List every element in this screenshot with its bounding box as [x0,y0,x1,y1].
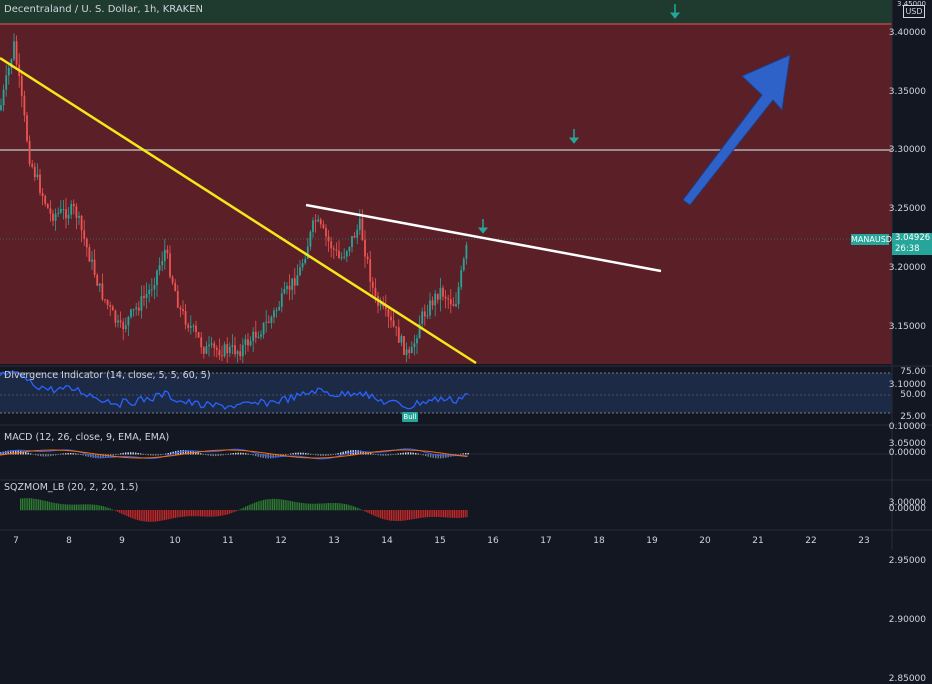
sqzmom-title[interactable]: SQZMOM_LB (20, 2, 20, 1.5) [4,482,138,493]
sqzmom-histogram [20,498,468,522]
time-label: 10 [163,536,187,546]
time-label: 18 [587,536,611,546]
price-label: 2.95000 [889,556,926,566]
chart-title: Decentraland / U. S. Dollar, 1h, KRAKEN [4,4,203,15]
time-label: 12 [269,536,293,546]
time-label: 23 [852,536,876,546]
price-label: 3.40000 [889,28,926,38]
price-label: 2.85000 [889,674,926,684]
time-label: 14 [375,536,399,546]
time-label: 9 [110,536,134,546]
time-label: 21 [746,536,770,546]
time-label: 11 [216,536,240,546]
sqz-axis-zero: 0.00000 [889,504,926,514]
rsi-axis-25: 25.00 [900,412,926,422]
time-label: 13 [322,536,346,546]
symbol-tag: MANAUSD [851,234,889,245]
price-label: 3.30000 [889,145,926,155]
time-label: 20 [693,536,717,546]
price-label: 3.15000 [889,322,926,332]
bull-label: Bull [402,412,418,422]
price-label: 3.25000 [889,204,926,214]
time-label: 16 [481,536,505,546]
countdown-timer: 26:38 [895,244,932,255]
time-label: 8 [57,536,81,546]
macd-title[interactable]: MACD (12, 26, close, 9, EMA, EMA) [4,432,169,443]
price-label: 2.90000 [889,615,926,625]
current-price-tag: 3.04926 26:38 [892,233,932,255]
price-label: 3.45000 [897,0,926,8]
price-label: 3.10000 [889,380,926,390]
current-price-value: 3.04926 [895,233,932,244]
price-label: 3.35000 [889,87,926,97]
time-label: 15 [428,536,452,546]
price-label: 3.20000 [889,263,926,273]
macd-axis-top: 0.10000 [889,422,926,432]
rsi-axis-50: 50.00 [900,390,926,400]
rsi-axis-75: 75.00 [900,367,926,377]
chart-canvas[interactable] [0,0,932,550]
time-label: 22 [799,536,823,546]
time-label: 19 [640,536,664,546]
divergence-title[interactable]: Divergence Indicator (14, close, 5, 5, 6… [4,370,211,381]
time-label: 7 [4,536,28,546]
macd-axis-zero: 0.00000 [889,448,926,458]
time-label: 17 [534,536,558,546]
